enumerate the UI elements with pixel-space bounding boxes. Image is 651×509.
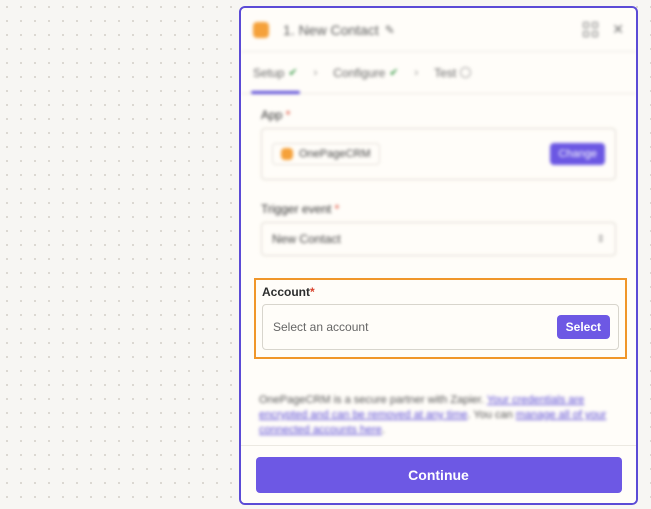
- pencil-icon[interactable]: ✎: [385, 23, 395, 37]
- panel-header: 1. New Contact ✎ ✕: [241, 8, 636, 52]
- app-selector: OnePageCRM Change: [261, 128, 616, 180]
- pending-circle-icon: [460, 67, 472, 78]
- chevron-right-icon: ›: [313, 66, 318, 79]
- trigger-event-label: Trigger event *: [261, 202, 340, 216]
- grid-icon[interactable]: [583, 22, 599, 37]
- check-icon: ✔: [389, 67, 399, 79]
- close-icon[interactable]: ✕: [612, 21, 624, 38]
- select-account-button[interactable]: Select: [556, 315, 610, 339]
- onepagecrm-app-icon: [253, 21, 269, 38]
- step-title[interactable]: 1. New Contact: [283, 22, 379, 38]
- step-editor-panel: 1. New Contact ✎ ✕ Setup ✔ › Configure ✔…: [239, 6, 638, 505]
- app-chip: OnePageCRM: [272, 143, 380, 165]
- step-tabs: Setup ✔ › Configure ✔ › Test: [241, 52, 636, 94]
- tab-test[interactable]: Test: [434, 52, 472, 93]
- account-selector[interactable]: Select: [262, 304, 619, 350]
- tab-label: Test: [434, 65, 457, 80]
- continue-button[interactable]: Continue: [255, 456, 622, 493]
- setup-form: App * OnePageCRM Change Trigger event * …: [241, 94, 636, 256]
- tab-label: Configure: [333, 65, 386, 80]
- change-app-button[interactable]: Change: [550, 143, 605, 165]
- onepagecrm-app-icon: [281, 148, 293, 160]
- tab-configure[interactable]: Configure ✔: [333, 52, 398, 93]
- chevron-right-icon: ›: [414, 66, 419, 79]
- trigger-event-select[interactable]: New Contact ⇕: [261, 222, 616, 256]
- account-label: Account*: [262, 285, 315, 299]
- panel-footer: Continue: [241, 445, 636, 503]
- app-label: App *: [261, 108, 291, 122]
- security-description: OnePageCRM is a secure partner with Zapi…: [259, 394, 607, 436]
- account-input[interactable]: [273, 320, 557, 334]
- check-icon: ✔: [288, 67, 298, 79]
- trigger-event-value: New Contact: [272, 232, 341, 246]
- tab-setup[interactable]: Setup ✔: [251, 52, 300, 94]
- tab-label: Setup: [253, 65, 285, 80]
- updown-arrows-icon: ⇕: [596, 233, 605, 245]
- app-name: OnePageCRM: [299, 148, 371, 160]
- blurred-background-content: 1. New Contact ✎ ✕ Setup ✔ › Configure ✔…: [241, 8, 636, 436]
- account-field-highlight: Account* Select: [254, 278, 627, 359]
